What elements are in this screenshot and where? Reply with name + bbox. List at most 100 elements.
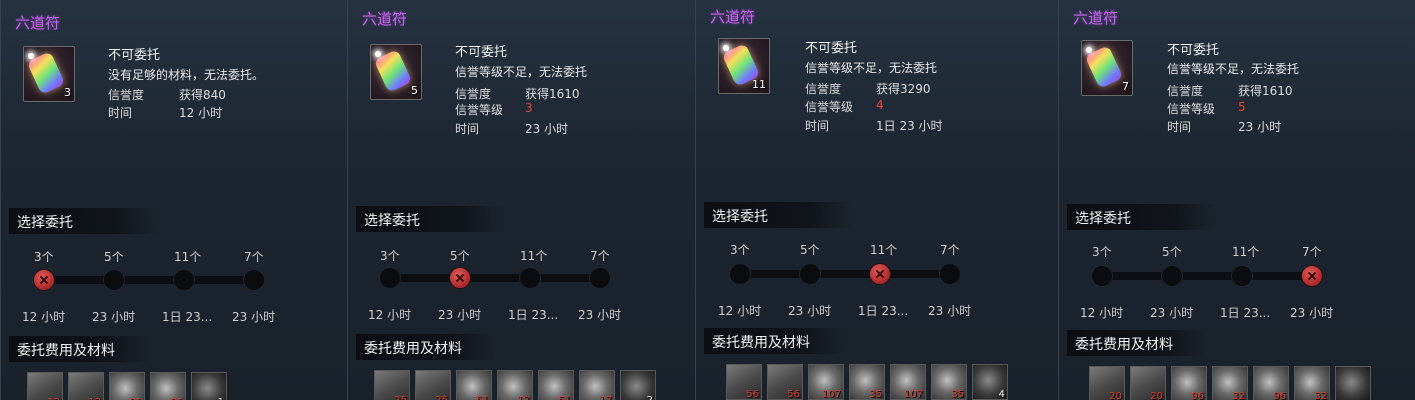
commission-status: 不可委托 xyxy=(455,45,508,60)
item-stack-count: 7 xyxy=(1122,80,1129,93)
item-title: 六道符 xyxy=(362,10,408,28)
sparkle-icon xyxy=(1086,47,1092,53)
material-slot[interactable]: 12 xyxy=(68,372,104,400)
option-count-label: 5个 xyxy=(800,243,820,257)
info-label: 信誉度 xyxy=(805,82,842,96)
material-slot[interactable]: 35 xyxy=(931,364,967,400)
option-count-label: 11个 xyxy=(520,249,548,263)
commission-status: 不可委托 xyxy=(108,48,161,63)
material-slot[interactable]: 25 xyxy=(415,370,451,400)
commission-slider-track[interactable] xyxy=(390,274,600,282)
option-node-selected[interactable] xyxy=(33,269,55,291)
option-node[interactable] xyxy=(1161,265,1183,287)
material-slot[interactable]: 12 xyxy=(27,372,63,400)
commission-slider-track[interactable] xyxy=(44,276,254,284)
option-time-label: 12 小时 xyxy=(22,310,66,324)
material-slot[interactable]: 2 xyxy=(620,370,656,400)
material-quantity: 17 xyxy=(517,395,530,400)
option-time-label: 23 小时 xyxy=(438,308,482,322)
option-node[interactable] xyxy=(1231,265,1253,287)
select-commission-title: 选择委托 xyxy=(1075,211,1131,227)
option-time-label: 1日 23... xyxy=(858,304,909,318)
material-slot[interactable]: 91 xyxy=(109,372,145,400)
option-time-label: 23 小时 xyxy=(1150,306,1194,320)
material-quantity: 4 xyxy=(998,389,1005,400)
material-slot[interactable]: 32 xyxy=(1294,366,1330,400)
material-quantity: 56 xyxy=(787,389,800,400)
commission-slider-track[interactable] xyxy=(740,270,950,278)
materials-title: 委托费用及材料 xyxy=(712,335,810,351)
rune-item-icon[interactable]: 7 xyxy=(1081,40,1133,96)
materials-header: 委托费用及材料 xyxy=(1067,330,1207,356)
info-label: 信誉等级 xyxy=(805,100,854,114)
material-quantity: 32 xyxy=(1314,391,1327,400)
option-node[interactable] xyxy=(729,263,751,285)
option-time-label: 1日 23... xyxy=(162,310,213,324)
materials-title: 委托费用及材料 xyxy=(364,341,462,357)
option-node[interactable] xyxy=(589,267,611,289)
commission-slider-track[interactable] xyxy=(1102,272,1312,280)
option-count-label: 5个 xyxy=(450,249,470,263)
info-value: 4 xyxy=(876,98,884,112)
option-time-label: 1日 23... xyxy=(1220,306,1271,320)
material-quantity: 51 xyxy=(476,395,489,400)
option-time-label: 23 小时 xyxy=(788,304,832,318)
option-time-label: 23 小时 xyxy=(1290,306,1334,320)
material-quantity: 107 xyxy=(903,389,923,400)
material-slot[interactable]: 96 xyxy=(1253,366,1289,400)
option-node[interactable] xyxy=(519,267,541,289)
info-label: 时间 xyxy=(455,122,480,136)
option-node[interactable] xyxy=(799,263,821,285)
option-node-selected[interactable] xyxy=(449,267,471,289)
select-commission-title: 选择委托 xyxy=(17,215,73,231)
material-slot[interactable]: 17 xyxy=(497,370,533,400)
rune-item-icon[interactable]: 3 xyxy=(23,46,75,102)
rune-item-icon[interactable]: 5 xyxy=(370,44,422,100)
material-slot[interactable]: 17 xyxy=(579,370,615,400)
option-node[interactable] xyxy=(1091,265,1113,287)
material-slot[interactable]: 4 xyxy=(972,364,1008,400)
material-quantity: 96 xyxy=(1273,391,1286,400)
option-time-label: 23 小时 xyxy=(232,310,276,324)
material-slot[interactable]: 107 xyxy=(808,364,844,400)
material-slot[interactable]: 56 xyxy=(726,364,762,400)
material-quantity: 35 xyxy=(869,389,882,400)
material-slot[interactable]: 20 xyxy=(1089,366,1125,400)
option-time-label: 1日 23... xyxy=(508,308,559,322)
material-quantity: 20 xyxy=(1109,391,1122,400)
status-description: 信誉等级不足，无法委托 xyxy=(455,65,588,79)
option-count-label: 11个 xyxy=(1232,245,1260,259)
info-value: 3 xyxy=(525,101,533,115)
material-slot[interactable]: 107 xyxy=(890,364,926,400)
info-label: 信誉度 xyxy=(1167,84,1204,98)
rune-item-icon[interactable]: 11 xyxy=(718,38,770,94)
material-slot[interactable]: 1 xyxy=(191,372,227,400)
option-count-label: 3个 xyxy=(1092,245,1112,259)
option-node-selected[interactable] xyxy=(1301,265,1323,287)
material-slot[interactable]: 51 xyxy=(538,370,574,400)
sparkle-icon xyxy=(723,45,729,51)
option-node[interactable] xyxy=(173,269,195,291)
info-value: 获得840 xyxy=(179,88,226,102)
status-description: 信誉等级不足，无法委托 xyxy=(805,61,938,75)
option-node[interactable] xyxy=(939,263,961,285)
info-value: 23 小时 xyxy=(1238,120,1282,134)
material-slot[interactable]: 32 xyxy=(1212,366,1248,400)
option-count-label: 11个 xyxy=(174,250,202,264)
material-slot[interactable]: 96 xyxy=(1171,366,1207,400)
material-slot[interactable] xyxy=(1335,366,1371,400)
material-slot[interactable]: 56 xyxy=(767,364,803,400)
option-time-label: 12 小时 xyxy=(1080,306,1124,320)
material-slot[interactable]: 25 xyxy=(374,370,410,400)
item-title: 六道符 xyxy=(1073,9,1119,27)
material-slot[interactable]: 91 xyxy=(150,372,186,400)
material-slot[interactable]: 51 xyxy=(456,370,492,400)
info-value: 23 小时 xyxy=(525,122,569,136)
option-node[interactable] xyxy=(379,267,401,289)
material-quantity: 96 xyxy=(1191,391,1204,400)
option-node[interactable] xyxy=(103,269,125,291)
material-slot[interactable]: 35 xyxy=(849,364,885,400)
option-node[interactable] xyxy=(243,269,265,291)
option-node-selected[interactable] xyxy=(869,263,891,285)
material-slot[interactable]: 20 xyxy=(1130,366,1166,400)
